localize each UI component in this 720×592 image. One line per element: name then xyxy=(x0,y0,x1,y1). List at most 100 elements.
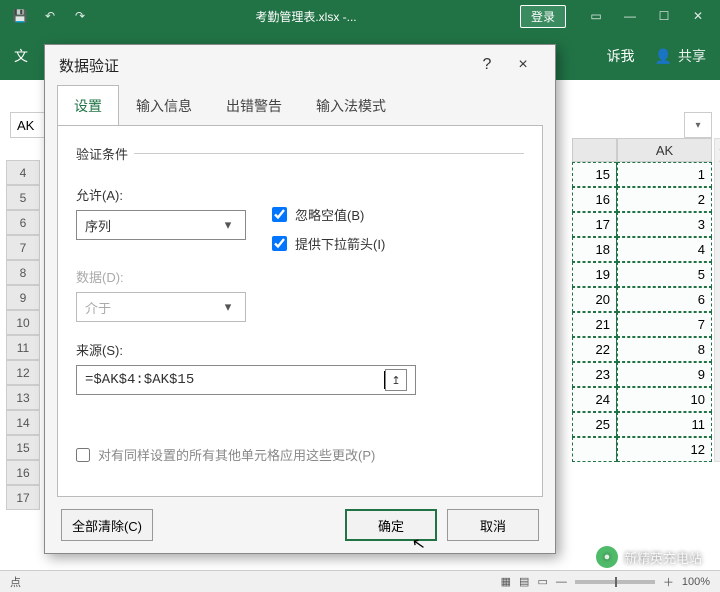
allow-label: 允许(A): xyxy=(76,185,256,204)
row-header[interactable]: 9 xyxy=(6,285,40,310)
row-header[interactable]: 12 xyxy=(6,360,40,385)
cancel-button[interactable]: 取消 xyxy=(447,509,539,541)
cell[interactable]: 17 xyxy=(572,212,617,237)
in-cell-dropdown-checkbox[interactable]: 提供下拉箭头(I) xyxy=(272,234,385,253)
close-button[interactable]: × xyxy=(505,47,541,83)
data-validation-dialog: 数据验证 ? × 设置 输入信息 出错警告 输入法模式 验证条件 允许(A): … xyxy=(44,44,556,554)
ribbon-options-icon[interactable]: ▭ xyxy=(584,4,608,28)
cell[interactable]: 5 xyxy=(617,262,712,287)
cell[interactable] xyxy=(572,437,617,462)
cell[interactable]: 6 xyxy=(617,287,712,312)
file-tab[interactable]: 文 xyxy=(14,46,28,66)
save-icon[interactable]: 💾 xyxy=(6,4,34,28)
cell[interactable]: 24 xyxy=(572,387,617,412)
cell[interactable]: 16 xyxy=(572,187,617,212)
scroll-up-icon[interactable]: ▴ xyxy=(715,139,720,155)
minimize-icon[interactable]: ― xyxy=(618,4,642,28)
cell[interactable]: 12 xyxy=(617,437,712,462)
scroll-down-icon[interactable]: ▾ xyxy=(715,155,720,171)
chevron-down-icon: ▾ xyxy=(695,120,700,131)
dialog-titlebar: 数据验证 ? × xyxy=(45,45,555,85)
formula-bar-expand[interactable]: ▾ xyxy=(684,112,712,138)
cell[interactable]: 3 xyxy=(617,212,712,237)
row-header[interactable]: 5 xyxy=(6,185,40,210)
cell[interactable]: 4 xyxy=(617,237,712,262)
watermark-icon: ● xyxy=(596,546,618,568)
cell[interactable]: 1 xyxy=(617,162,712,187)
checkbox-input[interactable] xyxy=(272,236,287,251)
checkbox-input[interactable] xyxy=(76,448,90,462)
checkbox-input[interactable] xyxy=(272,207,287,222)
column-header-ak[interactable]: AK xyxy=(617,138,712,162)
data-label: 数据(D): xyxy=(76,267,524,286)
source-input[interactable]: =$AK$4:$AK$15 ↥ xyxy=(76,365,416,395)
undo-icon[interactable]: ↶ xyxy=(36,4,64,28)
column-header[interactable] xyxy=(572,138,617,162)
view-layout-icon[interactable]: ▤ xyxy=(519,575,529,588)
view-pagebreak-icon[interactable]: ▭ xyxy=(537,575,547,588)
tell-me[interactable]: 诉我 xyxy=(607,46,635,66)
source-value: =$AK$4:$AK$15 xyxy=(85,372,384,388)
zoom-percent[interactable]: 100% xyxy=(682,576,710,588)
status-left: 点 xyxy=(10,574,21,590)
cell[interactable]: 18 xyxy=(572,237,617,262)
ok-button[interactable]: 确定 xyxy=(345,509,437,541)
tab-input-message[interactable]: 输入信息 xyxy=(119,85,209,126)
validation-criteria: 验证条件 允许(A): 序列 ▾ 忽略空值(B) 提 xyxy=(76,144,524,464)
ignore-blank-checkbox[interactable]: 忽略空值(B) xyxy=(272,205,385,224)
row-header[interactable]: 15 xyxy=(6,435,40,460)
apply-to-all-checkbox[interactable]: 对有同样设置的所有其他单元格应用这些更改(P) xyxy=(76,445,524,464)
cell[interactable]: 8 xyxy=(617,337,712,362)
clear-all-button[interactable]: 全部清除(C) xyxy=(61,509,153,541)
cell[interactable]: 2 xyxy=(617,187,712,212)
cell[interactable]: 21 xyxy=(572,312,617,337)
zoom-controls[interactable]: ▦ ▤ ▭ ― ＋ 100% xyxy=(501,574,710,590)
row-header[interactable]: 14 xyxy=(6,410,40,435)
cell[interactable]: 10 xyxy=(617,387,712,412)
maximize-icon[interactable]: ☐ xyxy=(652,4,676,28)
row-header[interactable]: 4 xyxy=(6,160,40,185)
vertical-scrollbar[interactable]: ▴ ▾ xyxy=(714,138,720,462)
cell[interactable]: 19 xyxy=(572,262,617,287)
cell[interactable]: 7 xyxy=(617,312,712,337)
range-selector-button[interactable]: ↥ xyxy=(385,369,407,391)
tab-error-alert[interactable]: 出错警告 xyxy=(209,85,299,126)
row-header[interactable]: 17 xyxy=(6,485,40,510)
view-normal-icon[interactable]: ▦ xyxy=(501,575,511,588)
dialog-tabs: 设置 输入信息 出错警告 输入法模式 xyxy=(45,85,555,126)
row-headers: 4 5 6 7 8 9 10 11 12 13 14 15 16 17 xyxy=(6,160,40,510)
share-button[interactable]: 👤 共享 xyxy=(655,46,706,66)
cell[interactable]: 9 xyxy=(617,362,712,387)
cell[interactable]: 23 xyxy=(572,362,617,387)
data-select: 介于 ▾ xyxy=(76,292,246,322)
login-button[interactable]: 登录 xyxy=(520,5,566,28)
row-header[interactable]: 16 xyxy=(6,460,40,485)
help-button[interactable]: ? xyxy=(469,47,505,83)
window-title: 考勤管理表.xlsx -... xyxy=(100,8,512,25)
row-header[interactable]: 11 xyxy=(6,335,40,360)
redo-icon[interactable]: ↷ xyxy=(66,4,94,28)
tab-ime-mode[interactable]: 输入法模式 xyxy=(299,85,403,126)
zoom-in-icon[interactable]: ＋ xyxy=(663,574,674,590)
row-header[interactable]: 10 xyxy=(6,310,40,335)
watermark: ● 新精英充电站 xyxy=(596,546,702,568)
tab-settings[interactable]: 设置 xyxy=(57,85,119,126)
cell[interactable]: 20 xyxy=(572,287,617,312)
cell[interactable]: 15 xyxy=(572,162,617,187)
close-window-icon[interactable]: ✕ xyxy=(686,4,710,28)
close-icon: × xyxy=(518,56,527,74)
dialog-body: 验证条件 允许(A): 序列 ▾ 忽略空值(B) 提 xyxy=(57,126,543,497)
allow-select[interactable]: 序列 ▾ xyxy=(76,210,246,240)
cell[interactable]: 11 xyxy=(617,412,712,437)
sheet-peek: AK 151 162 173 184 195 206 217 228 239 2… xyxy=(572,138,712,462)
cell[interactable]: 25 xyxy=(572,412,617,437)
row-header[interactable]: 6 xyxy=(6,210,40,235)
row-header[interactable]: 13 xyxy=(6,385,40,410)
dialog-title: 数据验证 xyxy=(59,55,119,76)
cell[interactable]: 22 xyxy=(572,337,617,362)
row-header[interactable]: 7 xyxy=(6,235,40,260)
dialog-buttons: 全部清除(C) 确定 取消 xyxy=(45,497,555,553)
row-header[interactable]: 8 xyxy=(6,260,40,285)
zoom-out-icon[interactable]: ― xyxy=(556,576,567,588)
zoom-slider[interactable] xyxy=(575,580,655,584)
